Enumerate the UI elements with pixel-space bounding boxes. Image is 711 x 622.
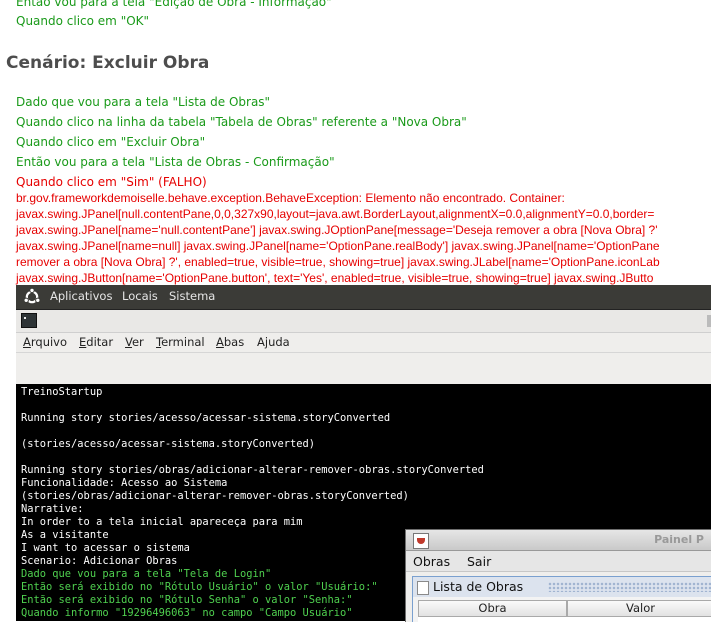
- menu-label: bas: [223, 335, 245, 349]
- internal-frame-lista-de-obras: Lista de Obras Obra Valor: [412, 576, 711, 622]
- internal-frame-title: Lista de Obras: [433, 579, 524, 594]
- error-line: remover a obra [Nova Obra] ?', enabled=t…: [16, 255, 660, 269]
- panel-menu-sistema[interactable]: Sistema: [169, 289, 215, 303]
- error-line: javax.swing.JPanel[name='null.contentPan…: [16, 223, 658, 237]
- terminal-line: Dado que vou para a tela "Tela de Login": [21, 568, 272, 580]
- terminal-line: As a visitante: [21, 529, 109, 541]
- panel-menu-aplicativos[interactable]: Aplicativos: [50, 289, 112, 303]
- terminal-line: In order to a tela inicial apareceça par…: [21, 516, 303, 528]
- test-report: Então vou para a tela "Edição de Obra - …: [0, 0, 711, 285]
- terminal-line: Scenario: Adicionar Obras: [21, 555, 178, 567]
- column-header-obra[interactable]: Obra: [418, 600, 567, 617]
- menu-terminal[interactable]: Terminal: [156, 335, 205, 349]
- report-step: Quando clico em "Excluir Obra": [16, 135, 206, 149]
- menu-label: ditar: [86, 335, 114, 349]
- menu-ajuda[interactable]: Ajuda: [257, 335, 290, 349]
- menu-sair[interactable]: Sair: [467, 554, 491, 569]
- terminal-line: Então será exibido no "Rótulo Usuário" o…: [21, 581, 378, 593]
- menu-mnemonic: V: [125, 335, 132, 349]
- titlebar-grip: [548, 582, 711, 592]
- menu-editar[interactable]: Editar: [79, 335, 113, 349]
- column-header-valor[interactable]: Valor: [567, 600, 711, 617]
- error-line: javax.swing.JPanel[name=null] javax.swin…: [16, 239, 660, 253]
- error-line: javax.swing.JPanel[null.contentPane,0,0,…: [16, 207, 655, 221]
- menu-ver[interactable]: Ver: [125, 335, 144, 349]
- menu-label: uda: [268, 335, 290, 349]
- terminal-line: Então será exibido no "Rótulo Senha" o v…: [21, 594, 353, 606]
- menu-label: erminal: [161, 335, 205, 349]
- menu-label: rquivo: [30, 335, 68, 349]
- terminal-line: Quando informo "19296496063" no campo "C…: [21, 607, 353, 619]
- menu-obras[interactable]: Obras: [413, 554, 450, 569]
- terminal-line: I want to acessar o sistema: [21, 542, 190, 554]
- failed-step: Quando clico em "Sim" (FALHO): [16, 175, 207, 189]
- java-app-window: Painel P Obras Sair Lista de Obras Obra …: [405, 529, 711, 622]
- terminal-line: Funcionalidade: Acesso ao Sistema: [21, 477, 228, 489]
- report-step: Quando clico na linha da tabela "Tabela …: [16, 115, 467, 129]
- terminal-line: (stories/acesso/acessar-sistema.storyCon…: [21, 438, 316, 450]
- report-step: Dado que vou para a tela "Lista de Obras…: [16, 95, 271, 109]
- menu-label: A: [257, 335, 265, 349]
- table-header: Obra Valor: [418, 600, 711, 617]
- report-step: Quando clico em "OK": [16, 14, 150, 28]
- document-icon: [417, 581, 429, 595]
- terminal-menubar: Arquivo Editar Ver Terminal Abas Ajuda: [16, 333, 711, 353]
- terminal-toolbar-area: [16, 353, 711, 384]
- menu-label: er: [131, 335, 144, 349]
- error-line: br.gov.frameworkdemoiselle.behave.except…: [16, 191, 565, 205]
- java-menubar: Obras Sair: [406, 551, 711, 572]
- terminal-line: TreinoStartup: [21, 386, 103, 398]
- terminal-line: Narrative:: [21, 503, 84, 515]
- terminal-line: Running story stories/obras/adicionar-al…: [21, 464, 484, 476]
- terminal-icon: [21, 313, 37, 328]
- menu-abas[interactable]: Abas: [216, 335, 244, 349]
- panel-menu-locais[interactable]: Locais: [122, 289, 158, 303]
- window-control-icon[interactable]: [707, 315, 711, 327]
- terminal-line: (stories/obras/adicionar-alterar-remover…: [21, 490, 409, 502]
- error-line: javax.swing.JButton[name='OptionPane.but…: [16, 271, 654, 285]
- terminal-titlebar[interactable]: [16, 310, 711, 333]
- terminal-line: Running story stories/acesso/acessar-sis…: [21, 412, 391, 424]
- ubuntu-logo-icon[interactable]: [23, 288, 41, 306]
- report-step: Então vou para a tela "Lista de Obras - …: [16, 155, 335, 169]
- java-titlebar[interactable]: Painel P: [406, 530, 711, 551]
- java-coffee-icon: [413, 533, 429, 549]
- table-row[interactable]: [418, 617, 711, 622]
- top-panel: Aplicativos Locais Sistema: [16, 285, 711, 310]
- report-step: Então vou para a tela "Edição de Obra - …: [16, 0, 332, 9]
- internal-frame-titlebar[interactable]: Lista de Obras: [413, 577, 711, 597]
- menu-mnemonic: A: [23, 335, 31, 349]
- scenario-title: Cenário: Excluir Obra: [6, 53, 210, 73]
- menu-mnemonic: A: [216, 335, 224, 349]
- menu-arquivo[interactable]: Arquivo: [23, 335, 67, 349]
- java-window-title: Painel P: [654, 533, 704, 546]
